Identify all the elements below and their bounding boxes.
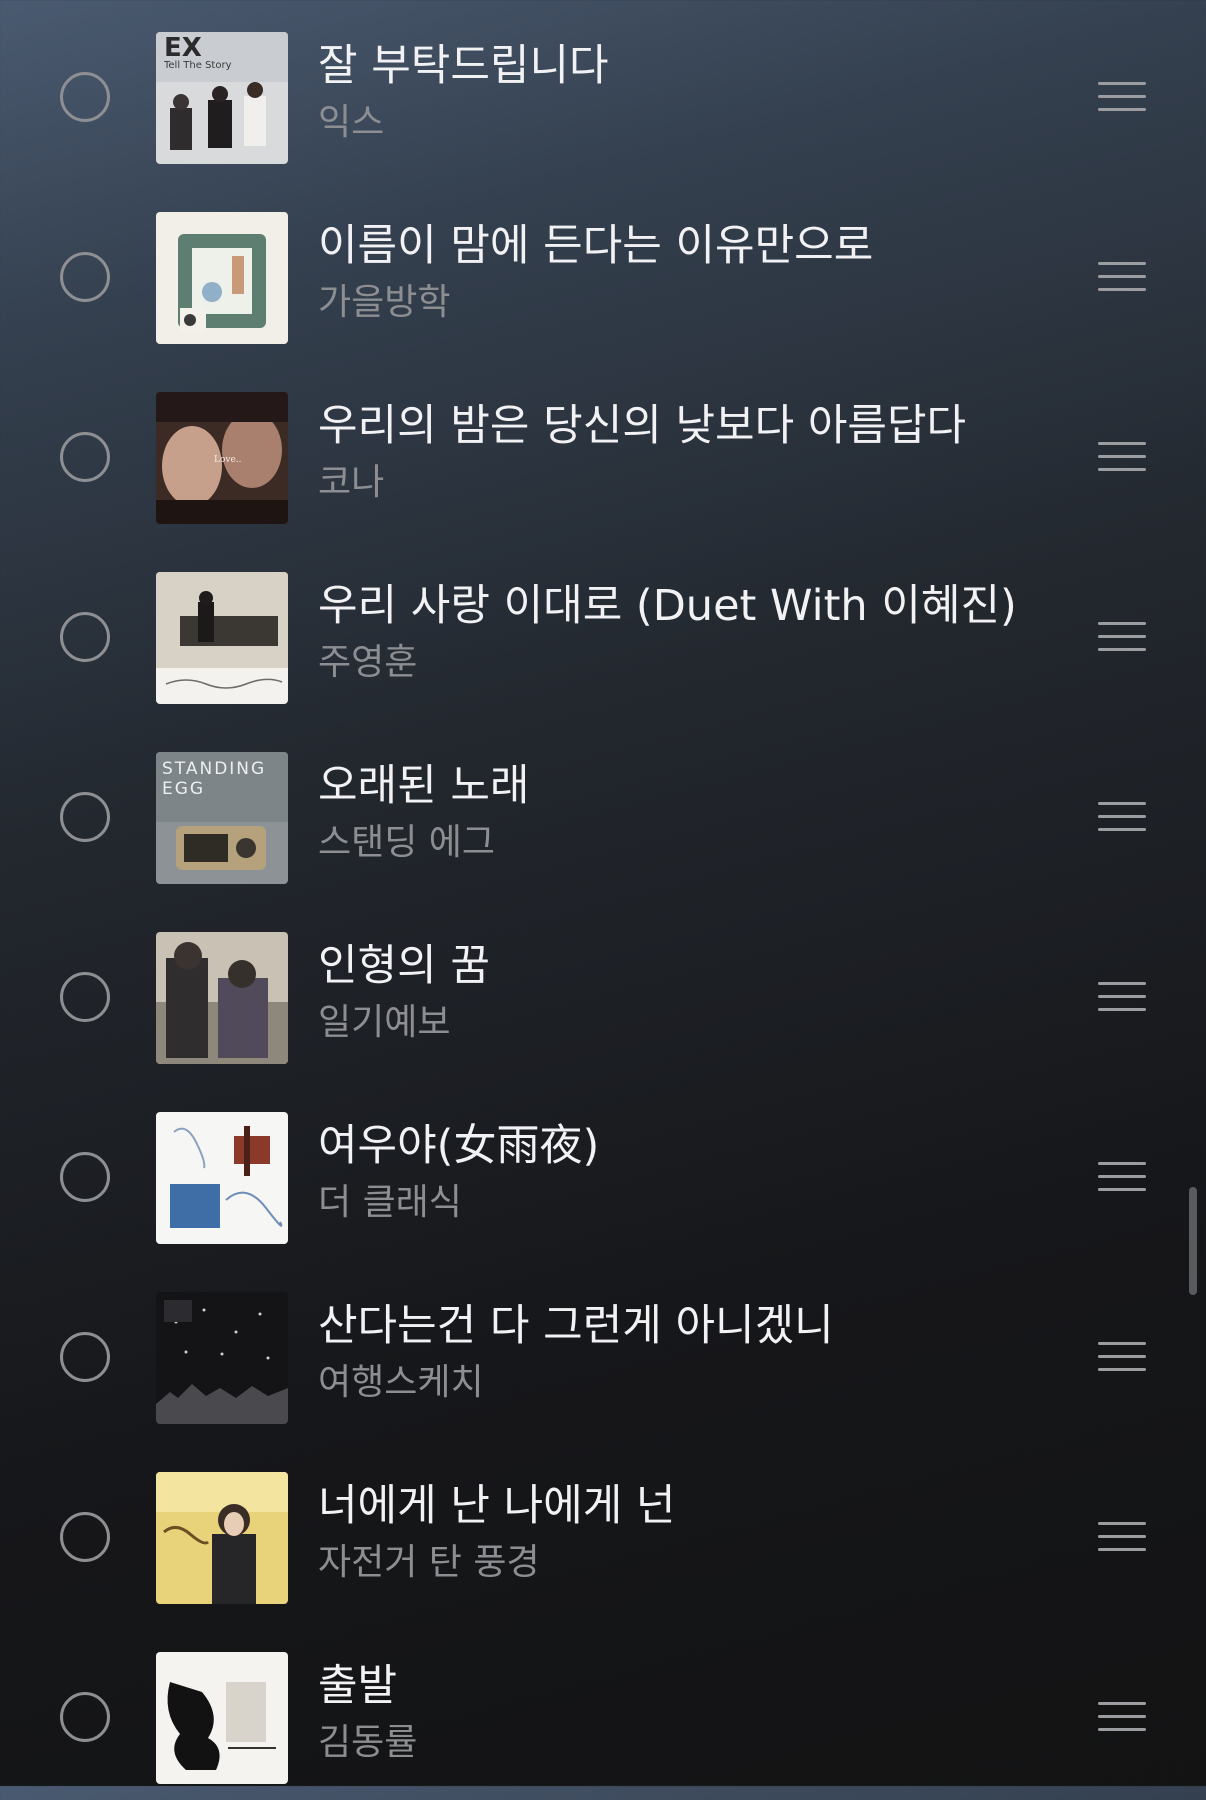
album-art-subtext: Tell The Story xyxy=(163,60,232,71)
song-artist: 김동률 xyxy=(318,1722,418,1763)
album-art: Love.. xyxy=(156,392,288,524)
select-circle-icon[interactable] xyxy=(60,72,110,122)
album-art xyxy=(156,1292,288,1424)
song-artist: 익스 xyxy=(318,102,385,143)
select-circle-icon[interactable] xyxy=(60,252,110,302)
drag-handle-icon[interactable] xyxy=(1098,438,1146,476)
song-artist: 더 클래식 xyxy=(318,1182,462,1223)
song-row[interactable]: 산다는건 다 그런게 아니겠니 여행스케치 xyxy=(0,1260,1206,1440)
song-title: 여우야(女雨夜) xyxy=(318,1121,600,1171)
select-circle-icon[interactable] xyxy=(60,792,110,842)
drag-handle-icon[interactable] xyxy=(1098,78,1146,116)
album-art xyxy=(156,932,288,1064)
song-title: 우리 사랑 이대로 (Duet With 이혜진) xyxy=(318,581,1017,631)
drag-handle-icon[interactable] xyxy=(1098,258,1146,296)
song-title: 출발 xyxy=(318,1661,398,1711)
album-art xyxy=(156,572,288,704)
album-art xyxy=(156,1652,288,1784)
song-row[interactable]: Love.. 우리의 밤은 당신의 낮보다 아름답다 코나 xyxy=(0,360,1206,540)
song-title: 우리의 밤은 당신의 낮보다 아름답다 xyxy=(318,401,967,451)
song-row[interactable]: 출발 김동률 xyxy=(0,1620,1206,1800)
drag-handle-icon[interactable] xyxy=(1098,618,1146,656)
album-art: EX Tell The Story xyxy=(156,32,288,164)
song-title: 너에게 난 나에게 넌 xyxy=(318,1481,676,1531)
album-art-text: STANDING xyxy=(162,759,266,779)
song-artist: 일기예보 xyxy=(318,1002,451,1043)
song-artist: 가을방학 xyxy=(318,282,451,323)
select-circle-icon[interactable] xyxy=(60,612,110,662)
drag-handle-icon[interactable] xyxy=(1098,1338,1146,1376)
album-art xyxy=(156,1472,288,1604)
song-artist: 주영훈 xyxy=(318,642,418,683)
song-artist: 여행스케치 xyxy=(318,1362,484,1403)
select-circle-icon[interactable] xyxy=(60,1332,110,1382)
song-title: 인형의 꿈 xyxy=(318,941,490,991)
scrollbar[interactable] xyxy=(1189,1187,1197,1295)
select-circle-icon[interactable] xyxy=(60,1692,110,1742)
song-row[interactable]: STANDING EGG 오래된 노래 스탠딩 에그 xyxy=(0,720,1206,900)
song-row[interactable]: 우리 사랑 이대로 (Duet With 이혜진) 주영훈 xyxy=(0,540,1206,720)
song-title: 잘 부탁드립니다 xyxy=(318,41,609,91)
song-row[interactable]: 인형의 꿈 일기예보 xyxy=(0,900,1206,1080)
song-artist: 코나 xyxy=(318,462,385,503)
drag-handle-icon[interactable] xyxy=(1098,1158,1146,1196)
song-title: 산다는건 다 그런게 아니겠니 xyxy=(318,1301,834,1351)
select-circle-icon[interactable] xyxy=(60,432,110,482)
album-art: STANDING EGG xyxy=(156,752,288,884)
song-artist: 스탠딩 에그 xyxy=(318,822,496,863)
select-circle-icon[interactable] xyxy=(60,1152,110,1202)
drag-handle-icon[interactable] xyxy=(1098,1518,1146,1556)
select-circle-icon[interactable] xyxy=(60,972,110,1022)
drag-handle-icon[interactable] xyxy=(1098,978,1146,1016)
song-title: 오래된 노래 xyxy=(318,761,530,811)
album-art xyxy=(156,212,288,344)
song-row[interactable]: 너에게 난 나에게 넌 자전거 탄 풍경 xyxy=(0,1440,1206,1620)
album-art-subtext: EGG xyxy=(162,779,205,799)
album-art-text: EX xyxy=(164,33,202,63)
song-title: 이름이 맘에 든다는 이유만으로 xyxy=(318,221,874,271)
song-list: EX Tell The Story 잘 부탁드립니다 익스 이름이 맘에 든다는… xyxy=(0,0,1206,1786)
song-row[interactable]: 이름이 맘에 든다는 이유만으로 가을방학 xyxy=(0,180,1206,360)
album-art-text: Love.. xyxy=(214,455,242,465)
drag-handle-icon[interactable] xyxy=(1098,798,1146,836)
drag-handle-icon[interactable] xyxy=(1098,1698,1146,1736)
select-circle-icon[interactable] xyxy=(60,1512,110,1562)
song-row[interactable]: 여우야(女雨夜) 더 클래식 xyxy=(0,1080,1206,1260)
album-art xyxy=(156,1112,288,1244)
song-artist: 자전거 탄 풍경 xyxy=(318,1542,540,1583)
song-row[interactable]: EX Tell The Story 잘 부탁드립니다 익스 xyxy=(0,0,1206,180)
